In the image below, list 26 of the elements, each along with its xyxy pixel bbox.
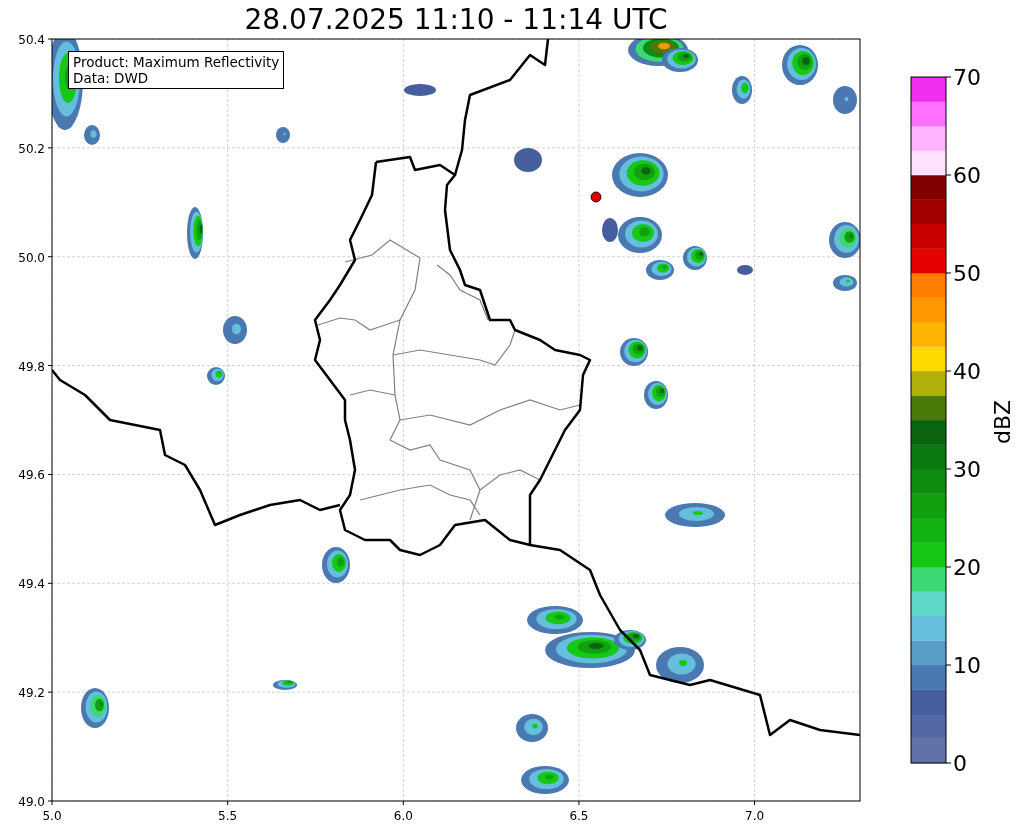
axis-tick-label: 50.0 (18, 250, 45, 265)
chart-title: 28.07.2025 11:10 - 11:14 UTC (243, 4, 669, 36)
colorbar-tick-label: 10 (953, 653, 981, 678)
location-marker (590, 191, 602, 203)
info-text: Product: Maximum Reflectivity (73, 54, 280, 70)
axis-tick-label: 49.8 (18, 359, 45, 374)
axis-tick-label: 49.4 (18, 577, 45, 592)
axis-tick-label: 50.4 (18, 33, 45, 47)
axis-tick-label: 7.0 (745, 809, 765, 823)
axis-tick-label: 6.0 (393, 809, 413, 823)
axis-tick-label: 49.6 (18, 468, 45, 483)
colorbar-tick-label: 70 (953, 65, 981, 90)
colorbar-tick-label: 40 (953, 359, 981, 384)
info-text: Data: DWD (73, 70, 150, 86)
axis-tick-label: 5.0 (42, 809, 62, 823)
axis-tick-label: 50.2 (18, 141, 45, 156)
colorbar-tick-label: 30 (953, 457, 981, 482)
colorbar-tick-label: 50 (953, 261, 981, 286)
colorbar-tick-label: 0 (953, 751, 967, 776)
colorbar-label: dBZ (990, 399, 1015, 445)
colorbar-tick-label: 60 (953, 163, 981, 188)
colorbar-tick-label: 20 (953, 555, 981, 580)
axis-tick-label: 49.2 (18, 686, 45, 701)
axis-tick-label: 5.5 (218, 809, 238, 823)
axis-tick-label: 6.5 (569, 809, 589, 823)
axis-tick-label: 49.0 (18, 795, 45, 809)
